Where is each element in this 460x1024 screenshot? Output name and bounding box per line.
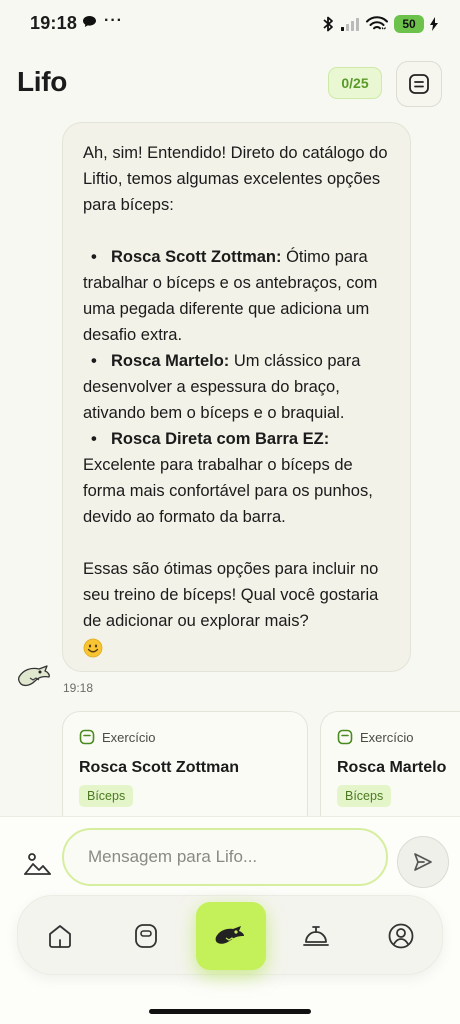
profile-icon xyxy=(388,923,414,949)
item-name: Rosca Martelo: xyxy=(111,352,230,370)
menu-button[interactable] xyxy=(396,61,442,107)
exercise-icon xyxy=(337,729,353,745)
send-button[interactable] xyxy=(397,836,449,888)
bottom-navigation xyxy=(17,895,443,975)
card-title: Rosca Martelo xyxy=(337,759,447,776)
message-outro: Essas são ótimas opções para incluir no … xyxy=(83,560,379,630)
item-name: Rosca Direta com Barra EZ: xyxy=(111,430,330,448)
card-type-label: Exercício xyxy=(360,729,414,745)
exercise-card[interactable]: Exercício Rosca Martelo Bíceps xyxy=(320,711,460,816)
card-title: Rosca Scott Zottman xyxy=(79,759,240,776)
image-icon xyxy=(24,853,51,875)
signal-icon xyxy=(341,18,359,31)
chat-notification-icon xyxy=(83,16,96,27)
status-more-dots: ··· xyxy=(104,12,123,29)
status-indicators: 50 xyxy=(322,14,438,34)
battery-level: 50 xyxy=(394,15,424,33)
wifi-icon xyxy=(366,16,388,32)
card-type: Exercício xyxy=(79,729,155,745)
nav-service[interactable] xyxy=(286,896,346,976)
muscle-tag: Bíceps xyxy=(337,785,392,807)
list-item: • Rosca Scott Zottman: Ótimo para trabalh… xyxy=(83,248,378,344)
item-name: Rosca Scott Zottman: xyxy=(111,248,282,266)
ai-assistant-icon xyxy=(215,926,244,944)
message-timestamp: 19:18 xyxy=(63,681,94,695)
nav-home[interactable] xyxy=(30,896,90,976)
send-icon xyxy=(414,853,432,871)
message-intro: Ah, sim! Entendido! Direto do catálogo d… xyxy=(83,144,388,214)
message-input[interactable] xyxy=(62,828,388,886)
workout-icon xyxy=(135,924,157,948)
attach-image-button[interactable] xyxy=(20,847,54,881)
page-title: Lifo xyxy=(17,66,68,97)
assistant-avatar xyxy=(17,665,50,687)
nav-ai-assistant[interactable] xyxy=(196,902,266,970)
nav-workouts[interactable] xyxy=(116,896,176,976)
exercise-icon xyxy=(79,729,95,745)
item-desc: Excelente para trabalhar o bíceps de for… xyxy=(83,456,373,526)
card-type-label: Exercício xyxy=(102,729,156,745)
list-item: • Rosca Martelo: Um clássico para desenvo… xyxy=(83,352,361,422)
status-bar: 19:18 ··· 50 xyxy=(0,0,460,48)
muscle-tag: Bíceps xyxy=(79,785,134,807)
list-item: • Rosca Direta com Barra EZ: Excelente pa… xyxy=(83,430,373,526)
bluetooth-icon xyxy=(323,16,333,32)
message-counter-badge: 0/25 xyxy=(328,67,382,99)
service-bell-icon xyxy=(303,926,329,946)
status-time: 19:18 xyxy=(30,13,78,33)
home-icon xyxy=(49,925,71,948)
charging-icon xyxy=(430,17,438,31)
exercise-suggestion-list: • Rosca Scott Zottman: Ótimo para trabalh… xyxy=(83,244,390,530)
exercise-cards-carousel[interactable]: Exercício Rosca Scott Zottman Bíceps Exe… xyxy=(0,710,460,816)
smiling-face-icon xyxy=(83,638,103,658)
assistant-message-bubble: Ah, sim! Entendido! Direto do catálogo d… xyxy=(62,122,411,672)
list-icon xyxy=(409,74,429,94)
exercise-card[interactable]: Exercício Rosca Scott Zottman Bíceps xyxy=(62,711,308,816)
home-indicator xyxy=(149,1009,311,1014)
nav-profile[interactable] xyxy=(371,896,431,976)
card-type: Exercício xyxy=(337,729,413,745)
